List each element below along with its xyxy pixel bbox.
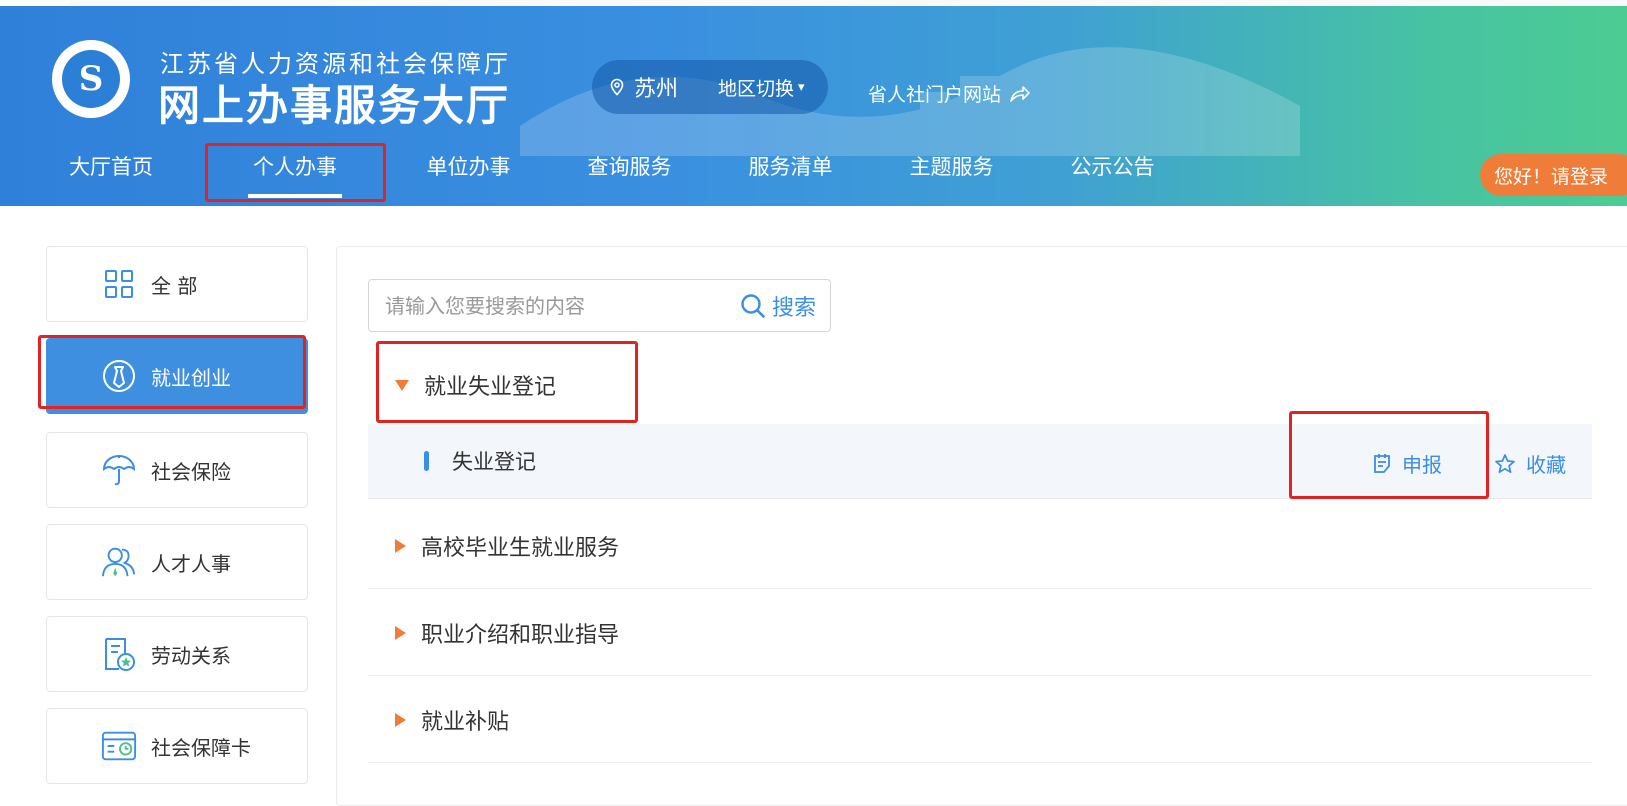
favorite-label: 收藏 xyxy=(1526,453,1566,477)
category-employment-registration[interactable]: 就业失业登记 xyxy=(368,342,1592,428)
search-button[interactable]: 搜索 xyxy=(740,280,816,331)
grid-icon xyxy=(101,266,137,302)
search-icon xyxy=(741,293,765,318)
nav-query[interactable]: 查询服务 xyxy=(549,134,710,198)
sidebar-item-ss-card[interactable]: 社会保障卡 xyxy=(46,708,308,784)
search-input[interactable] xyxy=(383,292,717,319)
search-box: 搜索 xyxy=(368,279,831,332)
category-graduate-employment[interactable]: 高校毕业生就业服务 xyxy=(368,503,1592,589)
search-button-label: 搜索 xyxy=(771,295,816,321)
sidebar-item-labor[interactable]: 劳动关系 xyxy=(46,616,308,692)
nav-announcements[interactable]: 公示公告 xyxy=(1032,134,1193,198)
tie-icon xyxy=(101,358,137,394)
share-arrow-icon xyxy=(1010,85,1030,102)
sidebar-item-label: 劳动关系 xyxy=(151,643,231,668)
current-city: 苏州 xyxy=(634,77,679,102)
sidebar-item-all[interactable]: 全 部 xyxy=(46,246,308,322)
category-label: 就业失业登记 xyxy=(424,375,557,400)
location-pin-icon xyxy=(610,78,624,96)
sidebar-item-label: 全 部 xyxy=(151,273,198,298)
subitem-label: 失业登记 xyxy=(452,450,536,474)
sidebar-item-talent[interactable]: 人才人事 xyxy=(46,524,308,600)
category-career-guidance[interactable]: 职业介绍和职业指导 xyxy=(368,590,1592,676)
nav-unit[interactable]: 单位办事 xyxy=(388,134,549,198)
portal-link[interactable]: 省人社门户网站 xyxy=(868,80,1031,107)
card-icon xyxy=(101,728,137,764)
sidebar-item-employment[interactable]: 就业创业 xyxy=(46,338,308,414)
nav-service-list[interactable]: 服务清单 xyxy=(710,134,871,198)
document-star-icon xyxy=(101,636,137,672)
hall-name: 网上办事服务大厅 xyxy=(158,81,511,130)
sidebar-item-social-insurance[interactable]: 社会保险 xyxy=(46,432,308,508)
favorite-button[interactable]: 收藏 xyxy=(1494,449,1566,478)
collapsed-arrow-icon xyxy=(395,625,406,640)
logo-emblem: S xyxy=(62,50,120,108)
nav-theme[interactable]: 主题服务 xyxy=(871,134,1032,198)
sidebar-item-label: 人才人事 xyxy=(151,551,231,576)
portal-link-label: 省人社门户网站 xyxy=(868,84,1002,106)
subitem-marker xyxy=(424,451,429,471)
category-label: 就业补贴 xyxy=(421,709,510,735)
region-selector[interactable]: 苏州 地区切换 ▾ xyxy=(592,60,828,114)
sidebar-item-label: 社会保险 xyxy=(151,459,231,484)
main-nav: 大厅首页 个人办事 单位办事 查询服务 服务清单 主题服务 公示公告 xyxy=(0,134,1193,198)
category-employment-subsidy[interactable]: 就业补贴 xyxy=(368,677,1592,763)
category-label: 高校毕业生就业服务 xyxy=(421,535,620,561)
nav-personal[interactable]: 个人办事 xyxy=(222,134,368,198)
ministry-logo[interactable]: S xyxy=(52,40,130,118)
category-label: 职业介绍和职业指导 xyxy=(421,622,620,648)
star-icon xyxy=(1495,453,1515,473)
people-icon xyxy=(101,544,137,580)
sidebar-item-label: 社会保障卡 xyxy=(151,735,251,760)
region-switch-button[interactable]: 地区切换 xyxy=(718,74,794,101)
caret-down-icon: ▾ xyxy=(798,79,805,95)
expanded-arrow-icon xyxy=(395,379,409,391)
collapsed-arrow-icon xyxy=(395,712,406,727)
apply-form-icon xyxy=(1374,453,1390,473)
umbrella-icon xyxy=(101,452,137,488)
sidebar-item-label: 就业创业 xyxy=(151,365,231,390)
apply-button[interactable]: 申报 xyxy=(1372,449,1442,478)
collapsed-arrow-icon xyxy=(395,538,406,553)
nav-home[interactable]: 大厅首页 xyxy=(0,134,222,198)
apply-label: 申报 xyxy=(1402,453,1442,477)
login-button[interactable]: 您好！请登录 xyxy=(1480,154,1627,196)
